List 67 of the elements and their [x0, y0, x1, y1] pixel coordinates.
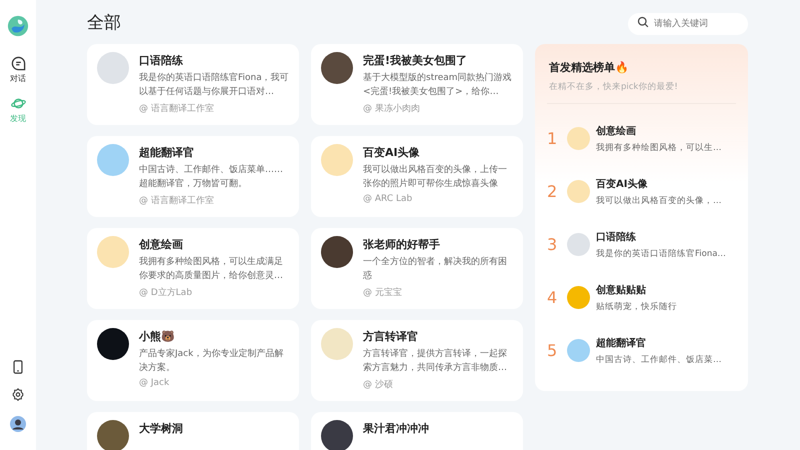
card-title: 口语陪练	[139, 53, 184, 68]
card-author: @ D立方Lab	[139, 286, 194, 299]
card-author: @ Jack	[139, 378, 170, 388]
card-title: 小熊🐻	[139, 329, 176, 344]
item-title: 创意贴贴贴	[596, 284, 647, 296]
card-title: 创意绘画	[139, 237, 184, 252]
bot-card[interactable]: 方言转译官 方言转译官，提供方言转译，一起探索方言魅力，共同传承方言非物质… @ 沙硕	[311, 320, 523, 401]
item-title: 口语陪练	[596, 230, 637, 244]
ranking-item[interactable]: 1 创意绘画 我拥有多种绘图风格，可以生…	[547, 112, 736, 165]
settings-icon[interactable]	[11, 388, 25, 402]
rank-number: 4	[547, 288, 558, 307]
card-title: 果汁君冲冲冲	[363, 421, 429, 436]
phone-icon[interactable]	[11, 360, 25, 374]
rank-number: 1	[547, 129, 558, 148]
card-description: 一个全方位的智者，解决我的所有困惑	[363, 256, 508, 283]
ranking-item[interactable]: 5 超能翻译官 中国古诗、工作邮件、饭店菜…	[547, 324, 736, 377]
card-author: @ 语言翻译工作室	[139, 102, 215, 115]
card-description: 中国古诗、工作邮件、饭店菜单……超能翻译官，万物皆可翻。	[139, 164, 284, 191]
logo-icon[interactable]	[7, 15, 29, 37]
card-title: 方言转译官	[363, 329, 419, 344]
card-description: 我可以做出风格百变的头像，上传一张你的照片即可帮你生成惊喜头像	[363, 164, 508, 191]
card-description: 基于大模型版的stream同款热门游戏<完蛋!我被美女包围了>，给你…	[363, 72, 513, 99]
bot-card[interactable]: 完蛋!我被美女包围了 基于大模型版的stream同款热门游戏<完蛋!我被美女包围了>，给你… @ 果冻小肉肉	[311, 44, 523, 125]
item-description: 中国古诗、工作邮件、饭店菜…	[596, 354, 722, 366]
item-title: 百变AI头像	[596, 177, 648, 190]
bot-card[interactable]: 果汁君冲冲冲	[311, 412, 523, 450]
bot-card[interactable]: 创意绘画 我拥有多种绘图风格，可以生成满足你要求的高质量图片，给你创意灵… @ D立方Lab	[87, 228, 299, 309]
bot-card[interactable]: 张老师的好帮手 一个全方位的智者，解决我的所有困惑 @ 元宝宝	[311, 228, 523, 309]
page-title: 全部	[87, 12, 121, 34]
bot-card[interactable]: 大学树洞	[87, 412, 299, 450]
card-title: 大学树洞	[139, 421, 183, 436]
card-title: 完蛋!我被美女包围了	[363, 53, 468, 68]
item-description: 贴纸萌宠，快乐随行	[596, 300, 677, 312]
card-author: @ 语言翻译工作室	[139, 194, 215, 207]
search-field[interactable]: 请输入关键词	[628, 13, 748, 35]
ranking-title: 首发精选榜单🔥	[549, 60, 630, 75]
avatar-icon[interactable]	[10, 416, 26, 432]
card-title: 超能翻译官	[139, 145, 195, 160]
bot-card[interactable]: 百变AI头像 我可以做出风格百变的头像，上传一张你的照片即可帮你生成惊喜头像 @ ARC Lab	[311, 136, 523, 217]
card-author: @ 果冻小肉肉	[363, 102, 421, 115]
card-author: @ 元宝宝	[363, 286, 403, 299]
card-author: @ 沙硕	[363, 378, 394, 391]
bot-card[interactable]: 口语陪练 我是你的英语口语陪练官Fiona，我可以基于任何话题与你展开口语对… @ 语言翻译工作室	[87, 44, 299, 125]
card-description: 产品专家Jack，为你专业定制产品解决方案。	[139, 348, 284, 375]
chat-icon	[10, 56, 26, 71]
nav-item[interactable]: 对话	[10, 56, 26, 84]
card-title: 百变AI头像	[363, 145, 421, 160]
item-description: 我是你的英语口语陪练官Fiona…	[596, 248, 726, 260]
card-author: @ ARC Lab	[363, 194, 414, 204]
bot-card[interactable]: 小熊🐻 产品专家Jack，为你专业定制产品解决方案。 @ Jack	[87, 320, 299, 401]
planet-icon	[10, 96, 26, 111]
item-description: 我拥有多种绘图风格，可以生…	[596, 142, 722, 154]
rank-number: 3	[547, 235, 558, 254]
card-description: 方言转译官，提供方言转译，一起探索方言魅力，共同传承方言非物质…	[363, 348, 508, 375]
card-title: 张老师的好帮手	[363, 237, 441, 252]
item-description: 我可以做出风格百变的头像，…	[596, 194, 722, 206]
bot-card[interactable]: 超能翻译官 中国古诗、工作邮件、饭店菜单……超能翻译官，万物皆可翻。 @ 语言翻译工作室	[87, 136, 299, 217]
ranking-item[interactable]: 2 百变AI头像 我可以做出风格百变的头像，…	[547, 165, 736, 218]
rank-number: 5	[547, 341, 558, 360]
ranking-item[interactable]: 4 创意贴贴贴 贴纸萌宠，快乐随行	[547, 271, 736, 324]
card-description: 我是你的英语口语陪练官Fiona，我可以基于任何话题与你展开口语对…	[139, 72, 289, 99]
rank-number: 2	[547, 182, 558, 201]
item-title: 创意绘画	[596, 124, 637, 138]
card-description: 我拥有多种绘图风格，可以生成满足你要求的高质量图片，给你创意灵…	[139, 256, 284, 283]
item-title: 超能翻译官	[596, 336, 647, 350]
ranking-subtitle: 在精不在多，快来pick你的最爱!	[549, 81, 679, 93]
ranking-item[interactable]: 3 口语陪练 我是你的英语口语陪练官Fiona…	[547, 218, 736, 271]
